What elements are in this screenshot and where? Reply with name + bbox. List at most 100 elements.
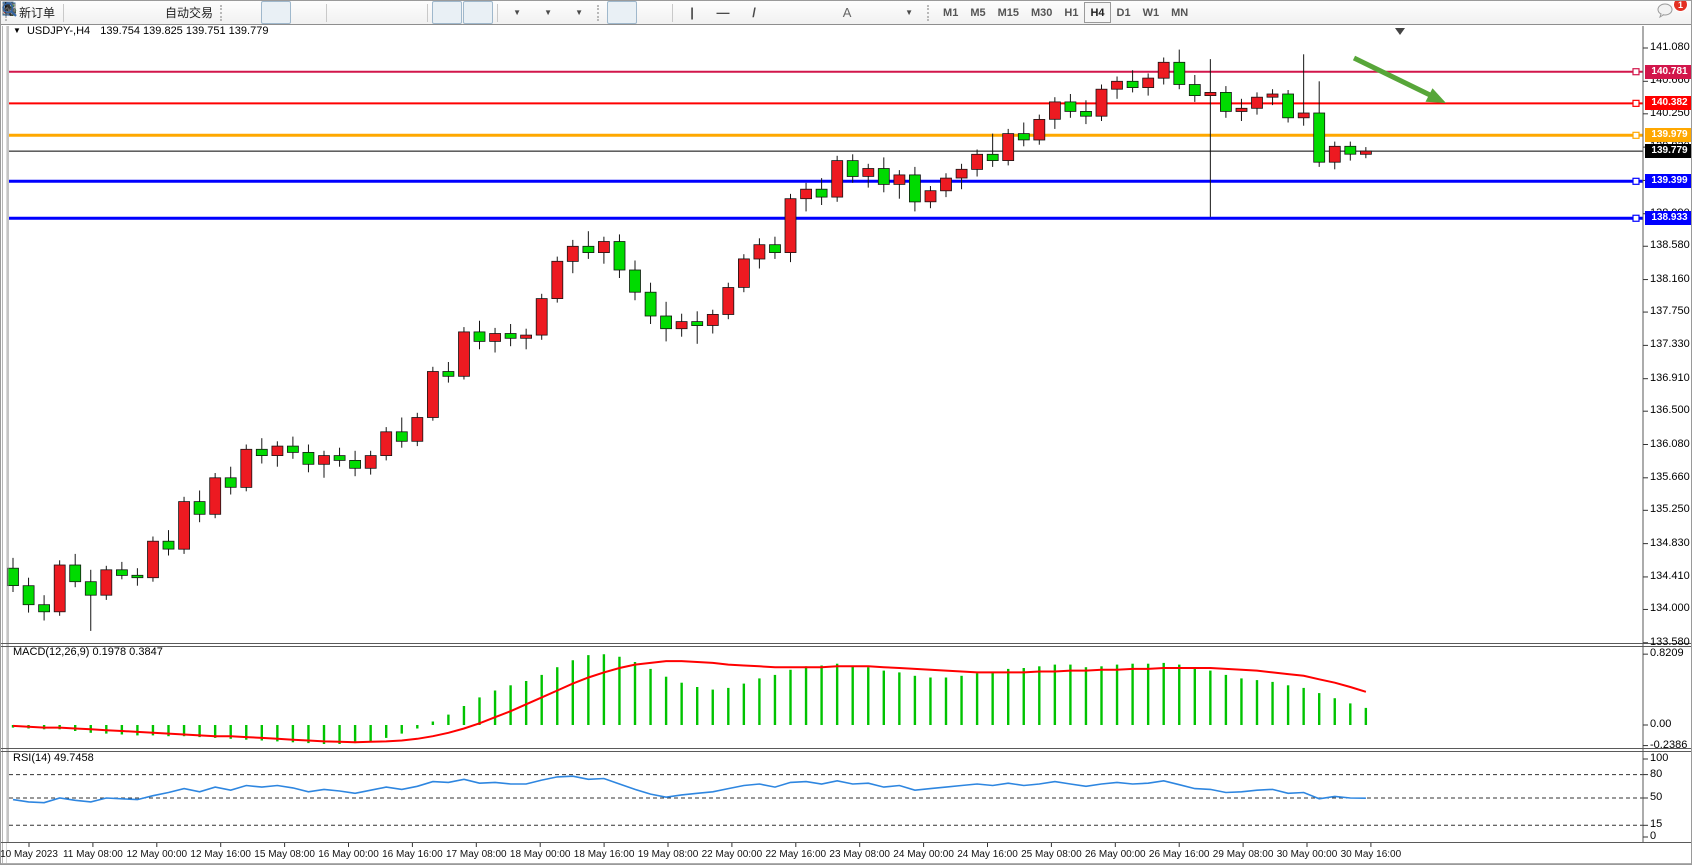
styler-button[interactable]: [68, 1, 98, 24]
timeframe-m5-button[interactable]: M5: [964, 2, 991, 23]
candle: [1018, 134, 1029, 140]
line-handle: [1633, 132, 1639, 138]
candle: [319, 456, 330, 465]
candle: [676, 322, 687, 329]
candle: [1034, 119, 1045, 140]
candle: [816, 189, 827, 197]
fibonacci-tool-button[interactable]: F: [801, 1, 831, 24]
text-tool-button[interactable]: A: [832, 1, 862, 24]
vertical-line-tool-button[interactable]: |: [677, 1, 707, 24]
dropdown-arrow-icon: ▼: [575, 8, 583, 17]
date-label: 24 May 00:00: [893, 849, 954, 860]
new-order-button[interactable]: 新订单: [15, 1, 59, 24]
candle: [692, 322, 703, 326]
candle: [194, 502, 205, 515]
indicators-button[interactable]: ▼: [502, 1, 532, 24]
notification-badge: 1: [1673, 0, 1688, 12]
zoom-out-button[interactable]: [362, 1, 392, 24]
date-label: 30 May 00:00: [1277, 849, 1338, 860]
price-tick-label: 141.080: [1650, 41, 1690, 53]
rsi-indicator-label: RSI(14) 49.7458: [13, 752, 94, 764]
candle: [754, 245, 765, 259]
timeframe-m1-button[interactable]: M1: [937, 2, 964, 23]
new-order-label: 新订单: [19, 4, 55, 21]
auto-scroll-button[interactable]: [432, 1, 462, 24]
timeframe-mn-button[interactable]: MN: [1165, 2, 1194, 23]
candle-chart-mode-button[interactable]: [261, 1, 291, 24]
periods-button[interactable]: ▼: [533, 1, 563, 24]
equidistant-channel-tool-button[interactable]: E: [770, 1, 800, 24]
candle: [210, 478, 221, 515]
macd-tick-label: -0.2386: [1650, 739, 1687, 751]
candle: [1065, 102, 1076, 112]
chart-canvas[interactable]: [1, 1, 1692, 865]
bar-chart-mode-button[interactable]: [230, 1, 260, 24]
chart-title[interactable]: ▼ USDJPY-,H4 139.754 139.825 139.751 139…: [13, 25, 268, 37]
level-price-label: 140.382: [1645, 96, 1692, 110]
candle: [661, 316, 672, 329]
level-price-label: 138.933: [1645, 211, 1692, 225]
candle: [179, 502, 190, 550]
candle: [1314, 113, 1325, 162]
rsi-tick-label: 0: [1650, 830, 1656, 842]
candle: [1049, 102, 1060, 119]
horizontal-line-tool-button[interactable]: —: [708, 1, 738, 24]
price-tick-label: 134.410: [1650, 570, 1690, 582]
candle: [412, 418, 423, 442]
dropdown-arrow-icon: ▼: [905, 8, 913, 17]
timeframe-d1-button[interactable]: D1: [1111, 2, 1137, 23]
candle: [148, 541, 159, 578]
candle: [1189, 85, 1200, 96]
tile-windows-button[interactable]: [393, 1, 423, 24]
zoom-in-button[interactable]: [331, 1, 361, 24]
date-label: 15 May 08:00: [254, 849, 315, 860]
candle: [1283, 94, 1294, 118]
price-tick-label: 137.330: [1650, 338, 1690, 350]
line-chart-mode-button[interactable]: [292, 1, 322, 24]
candle: [132, 575, 143, 577]
date-label: 18 May 16:00: [574, 849, 635, 860]
timeframe-w1-button[interactable]: W1: [1137, 2, 1166, 23]
cursor-tool-button[interactable]: [607, 1, 637, 24]
candle: [925, 191, 936, 202]
auto-trading-button[interactable]: 自动交易: [161, 1, 217, 24]
timeframe-m15-button[interactable]: M15: [992, 2, 1025, 23]
candle: [1003, 134, 1014, 161]
market-watch-button[interactable]: [99, 1, 129, 24]
date-label: 22 May 00:00: [702, 849, 763, 860]
candle: [878, 169, 889, 185]
candle: [1112, 81, 1123, 89]
candle: [381, 432, 392, 456]
arrows-tool-button[interactable]: ▼: [894, 1, 924, 24]
candle: [738, 259, 749, 288]
timeframe-h4-button[interactable]: H4: [1084, 2, 1110, 23]
notifications-button[interactable]: 1: [1655, 1, 1685, 24]
candle: [630, 270, 641, 292]
candle: [1096, 89, 1107, 116]
chart-shift-button[interactable]: [463, 1, 493, 24]
candle: [956, 169, 967, 178]
candle: [365, 456, 376, 469]
candle: [23, 586, 34, 605]
candle: [707, 314, 718, 325]
date-label: 23 May 08:00: [829, 849, 890, 860]
rsi-tick-label: 15: [1650, 818, 1662, 830]
date-label: 17 May 08:00: [446, 849, 507, 860]
candle: [770, 245, 781, 253]
signals-button[interactable]: [130, 1, 160, 24]
candle: [645, 292, 656, 316]
candle: [1081, 111, 1092, 116]
price-tick-label: 136.080: [1650, 438, 1690, 450]
candle: [909, 175, 920, 202]
price-tick-label: 136.910: [1650, 372, 1690, 384]
templates-button[interactable]: ▼: [564, 1, 594, 24]
crosshair-tool-button[interactable]: [638, 1, 668, 24]
chart-dropdown-icon[interactable]: ▼: [13, 26, 21, 35]
candle: [567, 246, 578, 261]
timeframe-m30-button[interactable]: M30: [1025, 2, 1058, 23]
text-label-tool-button[interactable]: T: [863, 1, 893, 24]
candle: [972, 154, 983, 169]
trendline-tool-button[interactable]: /: [739, 1, 769, 24]
search-button[interactable]: [1624, 1, 1654, 24]
timeframe-h1-button[interactable]: H1: [1058, 2, 1084, 23]
